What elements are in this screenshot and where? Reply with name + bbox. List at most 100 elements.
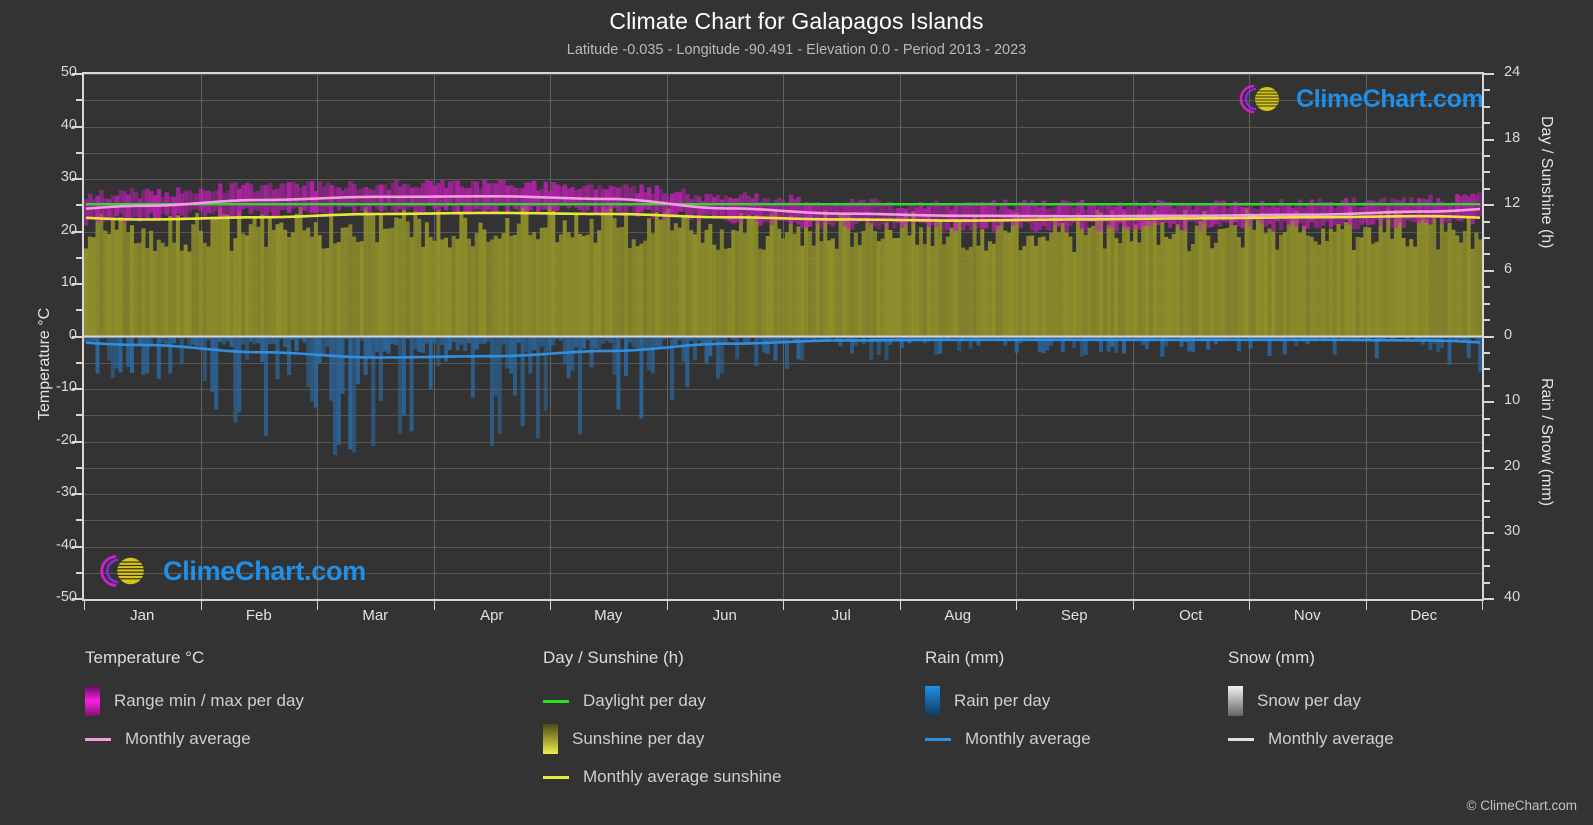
sunshine-day-bar	[650, 233, 655, 337]
temperature-day-range-bar	[1474, 194, 1479, 218]
rain-day-bar	[765, 336, 770, 354]
rain-day-bar	[474, 336, 479, 350]
sunshine-day-bar	[616, 227, 621, 337]
temperature-day-range-bar	[1409, 197, 1414, 222]
rain-day-bar	[398, 336, 403, 434]
rain-day-bar	[114, 336, 119, 369]
x-axis-tick	[84, 601, 85, 610]
x-axis-tick	[666, 601, 668, 610]
sunshine-day-bar	[1244, 208, 1249, 337]
temperature-day-range-bar	[428, 180, 434, 206]
sunshine-day-bar	[620, 226, 625, 337]
sunshine-day-bar	[386, 228, 391, 337]
sunshine-day-bar	[861, 231, 866, 337]
sunshine-day-bar	[1324, 241, 1329, 337]
sunshine-day-bar	[244, 235, 249, 337]
sunshine-day-bar	[1351, 250, 1356, 337]
rain-day-bar	[156, 336, 161, 379]
tick-mark-rain-snow	[1484, 351, 1490, 354]
sunshine-day-bar	[995, 225, 1000, 337]
legend-label-snow-monthly-average: Monthly average	[1268, 729, 1394, 748]
temperature-day-range-bar	[237, 188, 242, 216]
rain-day-bar	[562, 336, 567, 365]
sunshine-day-bar	[501, 233, 506, 337]
sunshine-day-bar	[1340, 229, 1345, 337]
sunshine-day-bar	[945, 236, 950, 337]
sunshine-day-bar	[1336, 223, 1341, 337]
legend-item-snow-monthly-average[interactable]: Monthly average	[1228, 720, 1394, 758]
temperature-day-range-bar	[509, 185, 514, 205]
temperature-day-range-bar	[444, 187, 449, 211]
rain-day-bar	[267, 336, 272, 345]
legend-item-sunshine-monthly-average[interactable]: Monthly average sunshine	[543, 758, 781, 796]
sunshine-day-bar	[1018, 250, 1023, 337]
legend-item-rain-monthly-average[interactable]: Monthly average	[925, 720, 1091, 758]
temperature-day-range-bar	[478, 188, 483, 211]
sunshine-day-bar	[551, 210, 556, 337]
temperature-day-range-bar	[241, 184, 246, 210]
sunshine-day-bar	[907, 235, 912, 337]
sunshine-day-bar	[1033, 245, 1038, 337]
sunshine-day-bar	[241, 233, 246, 337]
legend-item-snow[interactable]: Snow per day	[1228, 682, 1394, 720]
legend-item-rain[interactable]: Rain per day	[925, 682, 1091, 720]
legend-label-sunshine-monthly-average: Monthly average sunshine	[583, 767, 782, 786]
rain-day-bar	[700, 336, 705, 344]
temperature-day-range-bar	[601, 188, 606, 215]
sunshine-day-bar	[1190, 244, 1195, 337]
sunshine-day-bar	[114, 229, 119, 337]
sunshine-day-bar	[1129, 241, 1134, 337]
sunshine-day-bar	[1060, 222, 1065, 337]
legend-group-snow: Snow (mm) Snow per day Monthly average	[1228, 648, 1394, 758]
tick-label-day-sunshine: 12	[1504, 195, 1521, 212]
rain-day-bar	[110, 336, 115, 378]
sunshine-day-bar	[225, 214, 230, 337]
rain-day-bar	[1144, 336, 1149, 350]
sunshine-day-bar	[417, 218, 422, 337]
sunshine-day-bar	[1317, 244, 1322, 337]
temperature-day-range-bar	[838, 204, 843, 220]
rain-day-bar	[968, 336, 973, 349]
tick-mark-rain-snow	[1484, 515, 1490, 518]
x-axis-tick	[1016, 601, 1017, 610]
sunshine-day-bar	[1053, 214, 1058, 337]
sunshine-day-bar	[1436, 249, 1441, 337]
sunshine-day-bar	[195, 212, 200, 337]
legend-item-temp-monthly-average[interactable]: Monthly average	[85, 720, 304, 758]
rain-day-bar	[1439, 336, 1444, 349]
sunshine-day-bar	[214, 218, 219, 337]
x-axis-label-aug: Aug	[944, 607, 972, 624]
sunshine-day-bar	[754, 214, 759, 337]
chart-subtitle: Latitude -0.035 - Longitude -90.491 - El…	[566, 42, 1027, 58]
temperature-day-range-bar	[800, 206, 805, 229]
temperature-day-range-bar	[275, 188, 280, 216]
rain-day-bar	[436, 336, 441, 367]
rain-day-bar	[325, 336, 330, 347]
sunshine-day-bar	[601, 206, 606, 337]
sunshine-day-bar	[317, 235, 322, 337]
sunshine-day-bar	[792, 233, 797, 337]
sunshine-day-bar	[746, 214, 751, 337]
sunshine-day-bar	[1076, 213, 1081, 337]
rain-day-bar	[378, 336, 383, 401]
sunshine-day-bar	[949, 227, 954, 337]
legend-item-sunshine[interactable]: Sunshine per day	[543, 720, 781, 758]
legend-item-daylight[interactable]: Daylight per day	[543, 682, 781, 720]
sunshine-day-bar	[229, 250, 234, 337]
sunshine-day-bar	[735, 230, 740, 337]
chart-plot-area[interactable]: ClimeChart.com ClimeChart.com	[82, 72, 1484, 601]
rain-day-bar	[355, 336, 360, 385]
sunshine-day-bar	[892, 237, 897, 337]
sunshine-day-bar	[1439, 214, 1444, 337]
legend-item-temp-range[interactable]: Range min / max per day	[85, 682, 304, 720]
sunshine-day-bar	[888, 229, 893, 337]
temperature-day-range-bar	[899, 207, 905, 229]
temperature-day-range-bar	[677, 191, 683, 212]
x-axis-tick	[783, 601, 784, 610]
temperature-day-range-bar	[869, 198, 874, 226]
rain-day-bar	[202, 336, 207, 382]
sunshine-day-bar	[570, 237, 575, 337]
sunshine-day-bar	[198, 230, 203, 337]
temperature-day-range-bar	[413, 186, 418, 214]
sunshine-day-bar	[470, 246, 475, 337]
